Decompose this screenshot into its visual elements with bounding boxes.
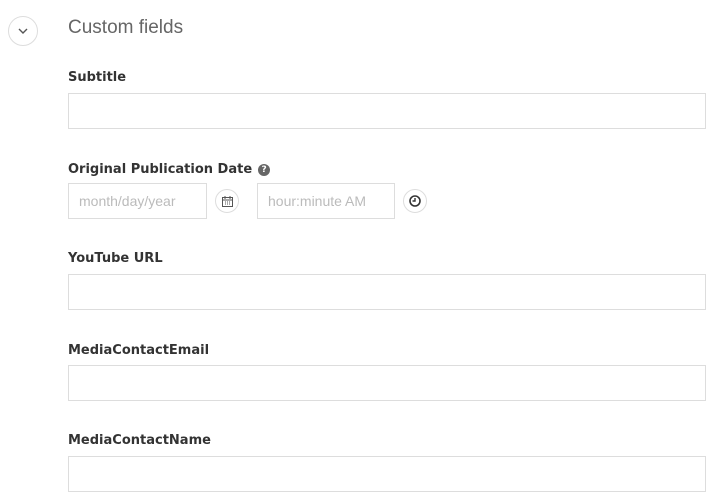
chevron-down-icon [18, 28, 28, 34]
clock-button[interactable] [403, 189, 427, 213]
publication-date-label-text: Original Publication Date [68, 162, 253, 177]
calendar-button[interactable] [215, 189, 239, 213]
subtitle-input[interactable] [68, 93, 706, 129]
question-circle-icon[interactable]: ? [258, 164, 271, 176]
media-contact-name-label: MediaContactName [68, 433, 211, 448]
publication-date-label: Original Publication Date? [68, 162, 271, 177]
media-contact-email-input[interactable] [68, 365, 706, 401]
subtitle-label: Subtitle [68, 70, 127, 85]
media-contact-email-label: MediaContactEmail [68, 343, 210, 358]
youtube-url-input[interactable] [68, 274, 706, 310]
date-input[interactable]: month/day/year [68, 183, 207, 219]
collapse-toggle-button[interactable] [8, 16, 38, 46]
media-contact-name-input[interactable] [68, 456, 706, 492]
youtube-url-label: YouTube URL [68, 251, 163, 266]
calendar-icon [221, 195, 233, 207]
section-title: Custom fields [68, 17, 184, 38]
clock-icon [409, 195, 421, 207]
time-input[interactable]: hour:minute AM [257, 183, 395, 219]
